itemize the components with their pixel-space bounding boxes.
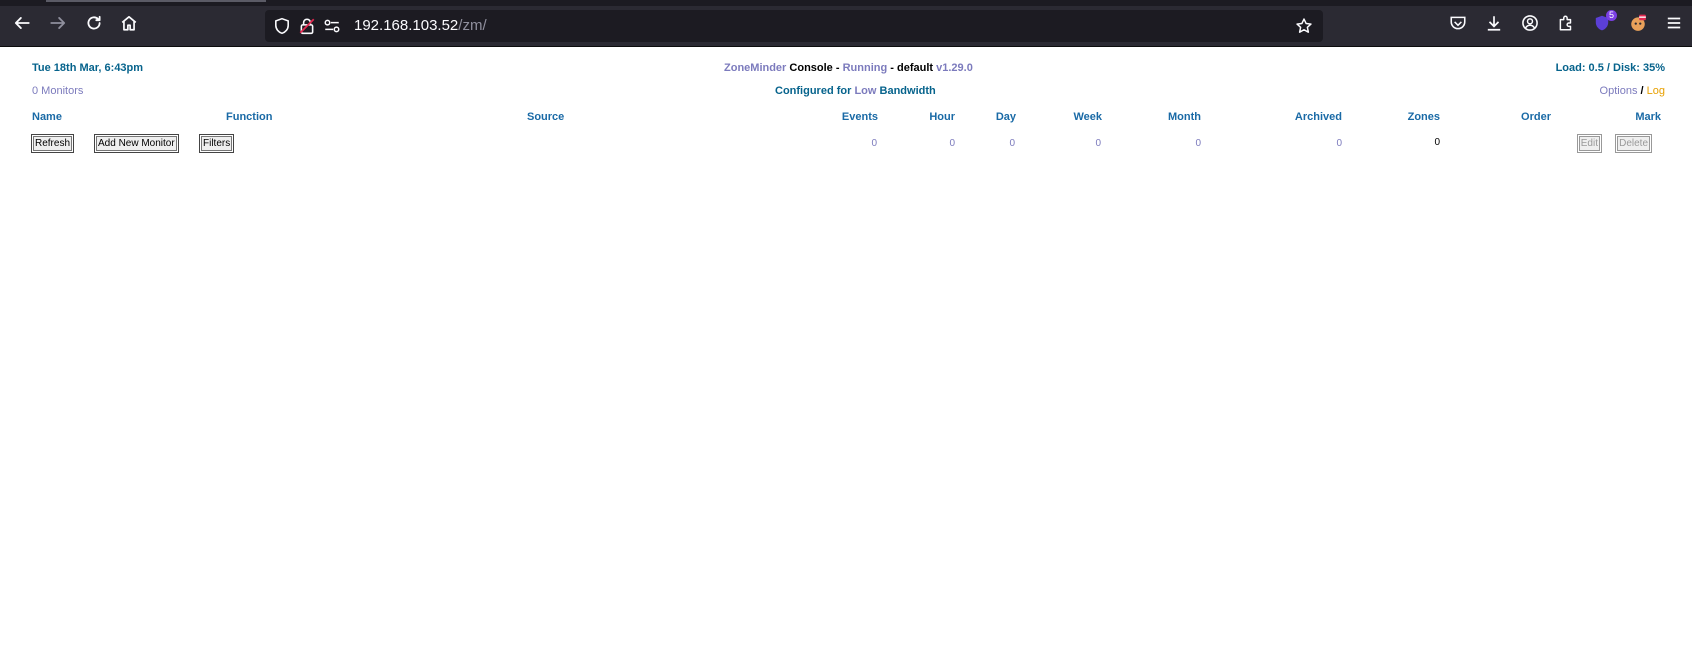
- options-log-sep: /: [1640, 85, 1644, 97]
- col-header-name[interactable]: Name: [32, 111, 62, 123]
- site-permissions-icon[interactable]: [323, 17, 341, 35]
- shield-icon[interactable]: [273, 17, 291, 35]
- total-month[interactable]: 0: [1195, 138, 1201, 149]
- col-header-order[interactable]: Order: [1521, 111, 1551, 123]
- col-header-mark[interactable]: Mark: [1635, 111, 1661, 123]
- brand-link[interactable]: ZoneMinder: [724, 62, 786, 74]
- extensions-icon[interactable]: [1557, 14, 1577, 34]
- home-button[interactable]: [117, 11, 141, 35]
- configured-prefix: Configured for: [775, 85, 852, 97]
- total-zones: 0: [1434, 137, 1440, 148]
- title-sep-2: -: [890, 62, 894, 74]
- menu-icon[interactable]: [1665, 14, 1685, 34]
- extension-shield-icon[interactable]: 5: [1593, 10, 1617, 34]
- col-header-zones[interactable]: Zones: [1408, 111, 1440, 123]
- extension-avatar-icon[interactable]: [1629, 14, 1649, 34]
- browser-toolbar: 192.168.103.52/zm/ 5: [0, 0, 1692, 47]
- console-label: Console: [789, 62, 833, 74]
- total-day[interactable]: 0: [1009, 138, 1015, 149]
- active-tab[interactable]: [46, 0, 266, 2]
- total-events[interactable]: 0: [871, 138, 877, 149]
- load-disk-status: Load: 0.5 / Disk: 35%: [1555, 62, 1665, 74]
- arrow-right-icon: [50, 17, 66, 29]
- edit-button[interactable]: Edit: [1577, 135, 1602, 152]
- bandwidth-suffix: Bandwidth: [879, 85, 936, 97]
- log-link[interactable]: Log: [1647, 85, 1665, 97]
- monitors-count[interactable]: 0 Monitors: [32, 85, 83, 97]
- total-hour[interactable]: 0: [949, 138, 955, 149]
- col-header-day[interactable]: Day: [996, 111, 1016, 123]
- back-button[interactable]: [10, 11, 34, 35]
- col-header-hour[interactable]: Hour: [929, 111, 955, 123]
- reload-button[interactable]: [82, 11, 106, 35]
- options-log: Options / Log: [1600, 85, 1665, 97]
- add-new-monitor-button[interactable]: Add New Monitor: [95, 135, 178, 152]
- header-datetime: Tue 18th Mar, 6:43pm: [32, 62, 144, 74]
- filters-button[interactable]: Filters: [199, 135, 234, 152]
- options-link[interactable]: Options: [1600, 85, 1638, 97]
- col-header-archived[interactable]: Archived: [1295, 111, 1342, 123]
- url-bar[interactable]: 192.168.103.52/zm/: [265, 10, 1323, 42]
- state-link[interactable]: Running: [843, 62, 888, 74]
- header-title: ZoneMinder Console - Running - default v…: [724, 62, 973, 74]
- insecure-lock-icon[interactable]: [298, 17, 316, 35]
- refresh-button[interactable]: Refresh: [31, 135, 74, 152]
- col-header-week[interactable]: Week: [1073, 111, 1102, 123]
- col-header-month[interactable]: Month: [1168, 111, 1201, 123]
- bookmark-star-icon[interactable]: [1295, 17, 1313, 35]
- arrow-left-icon: [14, 17, 30, 29]
- extension-badge: 5: [1605, 10, 1617, 21]
- forward-button[interactable]: [46, 11, 70, 35]
- url-text[interactable]: 192.168.103.52/zm/: [354, 17, 487, 34]
- col-header-source[interactable]: Source: [527, 111, 564, 123]
- title-sep-1: -: [835, 62, 840, 74]
- home-icon: [121, 15, 137, 31]
- url-host: 192.168.103.52: [354, 17, 459, 34]
- reload-icon: [87, 15, 101, 30]
- url-path: /zm/: [458, 17, 487, 34]
- total-week[interactable]: 0: [1095, 138, 1101, 149]
- version-link[interactable]: v1.29.0: [936, 62, 973, 74]
- pocket-icon[interactable]: [1449, 14, 1469, 34]
- downloads-icon[interactable]: [1485, 14, 1505, 34]
- total-archived[interactable]: 0: [1336, 138, 1342, 149]
- tab-strip: [0, 0, 1692, 6]
- bandwidth-level-link[interactable]: Low: [854, 85, 876, 97]
- profile-label: default: [897, 62, 934, 74]
- delete-button[interactable]: Delete: [1616, 135, 1651, 152]
- col-header-events[interactable]: Events: [842, 111, 878, 123]
- bandwidth-config: Configured for Low Bandwidth: [775, 85, 936, 97]
- account-icon[interactable]: [1521, 14, 1541, 34]
- col-header-function[interactable]: Function: [226, 111, 272, 123]
